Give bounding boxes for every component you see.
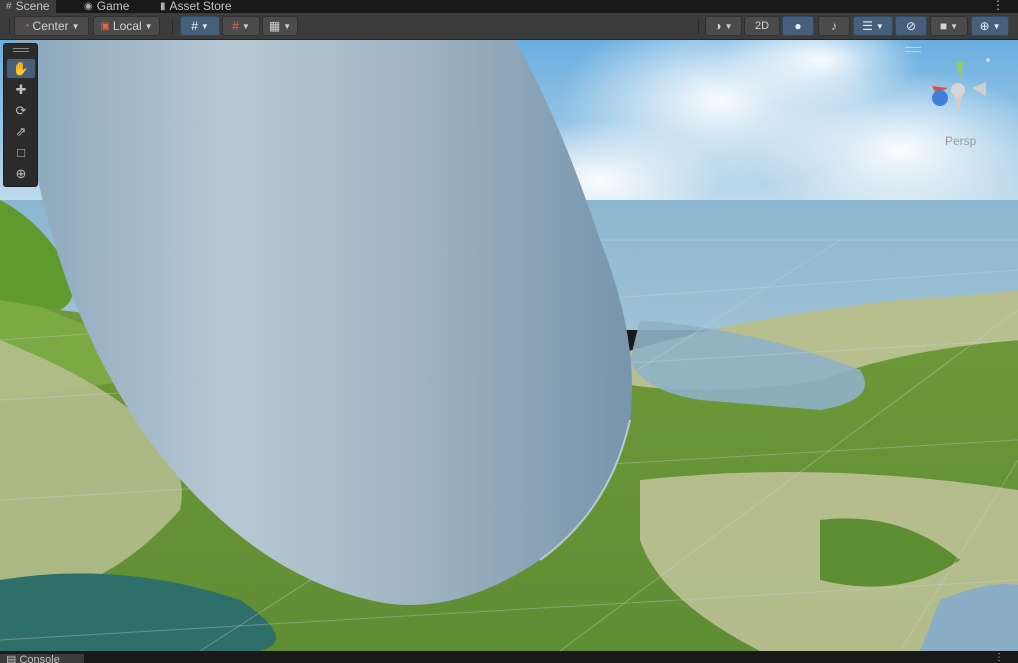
- bottom-panel-bar: ▤ Console ⋮: [0, 651, 1018, 663]
- chevron-down-icon: ▼: [144, 21, 153, 31]
- audio-toggle[interactable]: ♪: [818, 16, 850, 36]
- gizmo-globe-icon: ⊕: [979, 19, 990, 33]
- tab-scene[interactable]: # Scene: [0, 0, 56, 13]
- chevron-down-icon: ▼: [950, 21, 959, 31]
- chevron-down-icon: ▼: [724, 21, 733, 31]
- transform-icon: ⊕: [15, 165, 27, 181]
- chevron-down-icon: ▼: [71, 21, 80, 31]
- store-bag-icon: ▮: [160, 1, 166, 12]
- scene-render: [0, 40, 1018, 651]
- grid-snap-icon: #: [191, 19, 198, 33]
- tool-rotate[interactable]: ⟳: [7, 101, 35, 120]
- panel-grip-icon[interactable]: [13, 48, 29, 52]
- projection-label[interactable]: Persp: [945, 134, 976, 148]
- chevron-down-icon: ▼: [283, 21, 292, 31]
- camera-settings-dropdown[interactable]: ■ ▼: [930, 16, 968, 36]
- increment-snap-icon: #: [232, 19, 239, 33]
- transform-tool-panel: ✋ ✚ ⟳ ⇗ □ ⊕: [3, 43, 38, 187]
- audio-mute-icon: ♪: [831, 19, 837, 33]
- toolbar-separator: [172, 18, 173, 34]
- mode-2d-toggle[interactable]: 2D: [744, 16, 780, 36]
- tool-move[interactable]: ✚: [7, 80, 35, 99]
- tab-asset-store-label: Asset Store: [169, 0, 232, 13]
- hand-icon: ✋: [12, 60, 30, 76]
- grid-snap-toggle[interactable]: # ▼: [180, 16, 220, 36]
- increment-snap-toggle[interactable]: # ▼: [222, 16, 260, 36]
- scene-toolbar: ◔ Center ▼ ▣ Local ▼ # ▼ # ▼ ▦ ▼ ◑ ▼ 2D …: [0, 13, 1018, 40]
- tab-game-label: Game: [96, 0, 130, 13]
- scene-viewport[interactable]: [0, 40, 1018, 651]
- chevron-down-icon: ▼: [241, 21, 250, 31]
- tool-scale[interactable]: ⇗: [7, 122, 35, 141]
- tab-console-label: Console: [19, 654, 60, 663]
- chevron-down-icon: ▼: [992, 21, 1001, 31]
- lighting-toggle[interactable]: ●: [782, 16, 814, 36]
- effects-layers-icon: ☰: [862, 19, 873, 33]
- shading-mode-dropdown[interactable]: ◑ ▼: [705, 16, 742, 36]
- pivot-mode-dropdown[interactable]: ◔ Center ▼: [14, 16, 89, 36]
- move-icon: ✚: [15, 81, 27, 97]
- tool-hand[interactable]: ✋: [7, 59, 35, 78]
- grid-icon: #: [6, 1, 12, 12]
- pivot-rotation-dropdown[interactable]: ▣ Local ▼: [93, 16, 160, 36]
- hidden-eye-icon: ⊘: [905, 19, 917, 33]
- lightbulb-icon: ●: [794, 19, 802, 33]
- chevron-down-icon: ▼: [200, 21, 209, 31]
- effects-toggle[interactable]: ☰ ▼: [853, 16, 893, 36]
- mode-2d-label: 2D: [754, 20, 770, 32]
- camera-icon: ■: [939, 19, 948, 33]
- shading-sphere-icon: ◑: [714, 19, 722, 33]
- tool-rect[interactable]: □: [7, 143, 35, 162]
- bottom-kebab-icon[interactable]: ⋮: [994, 652, 1004, 663]
- console-icon: ▤: [6, 654, 17, 663]
- gizmo-grip-icon[interactable]: [905, 47, 921, 52]
- toolbar-separator: [9, 18, 10, 34]
- pivot-center-icon: ◔: [23, 20, 30, 32]
- tab-game[interactable]: ◉ Game: [84, 0, 129, 13]
- align-tools-dropdown[interactable]: ▦ ▼: [262, 16, 298, 36]
- tab-scene-label: Scene: [15, 0, 50, 13]
- pivot-mode-label: Center: [32, 19, 69, 33]
- scale-icon: ⇗: [15, 123, 27, 139]
- tab-asset-store[interactable]: ▮ Asset Store: [160, 0, 232, 13]
- cube-icon: ▣: [100, 20, 110, 32]
- tool-transform[interactable]: ⊕: [7, 164, 35, 183]
- ruler-icon: ▦: [268, 19, 281, 33]
- scene-visibility-toggle[interactable]: ⊘: [895, 16, 927, 36]
- tab-menu-kebab-icon[interactable]: ⋮: [992, 0, 1004, 12]
- gizmos-dropdown[interactable]: ⊕ ▼: [971, 16, 1009, 36]
- window-tab-bar: # Scene ◉ Game ▮ Asset Store ⋮: [0, 0, 1018, 13]
- toolbar-separator: [698, 18, 699, 34]
- rect-icon: □: [17, 145, 25, 160]
- tab-console[interactable]: ▤ Console: [0, 654, 84, 663]
- orientation-gizmo-icon[interactable]: [928, 58, 990, 118]
- rotate-icon: ⟳: [15, 102, 27, 118]
- chevron-down-icon: ▼: [875, 21, 884, 31]
- gamepad-icon: ◉: [84, 1, 93, 12]
- pivot-rotation-label: Local: [112, 19, 142, 33]
